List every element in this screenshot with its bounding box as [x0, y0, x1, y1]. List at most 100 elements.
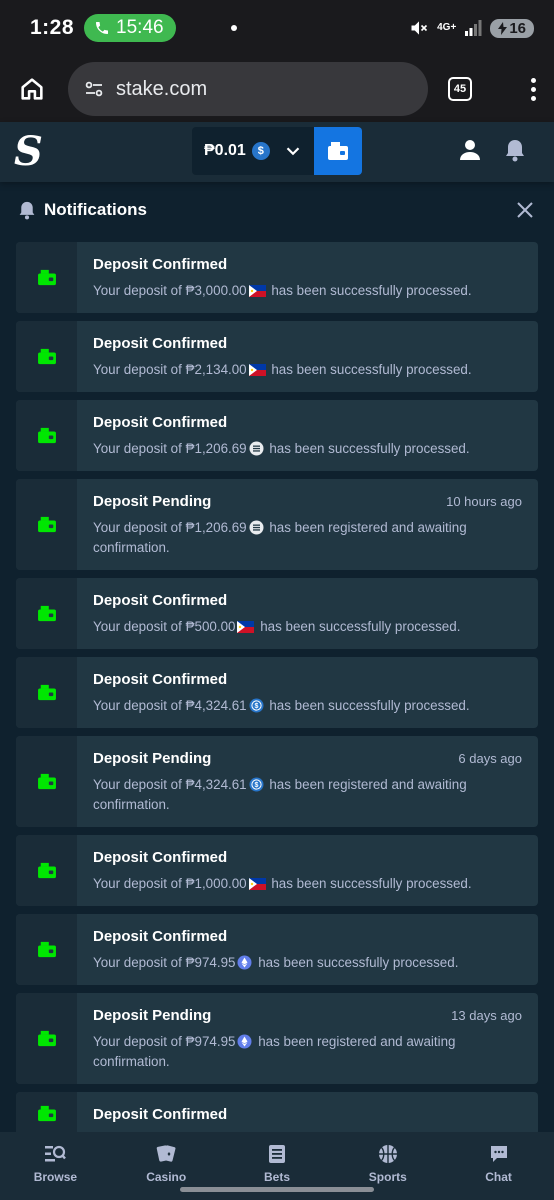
nav-browse[interactable]: Browse — [0, 1132, 111, 1200]
message-prefix: Your deposit of — [93, 520, 186, 535]
notifications-header: Notifications — [0, 182, 554, 238]
wallet-icon — [37, 862, 56, 879]
charging-icon — [498, 21, 508, 35]
notification-card[interactable]: Deposit Confirmed Your deposit of ₱500.00… — [16, 578, 538, 649]
browser-menu-button[interactable] — [531, 77, 536, 101]
gesture-bar[interactable] — [180, 1187, 374, 1192]
deposit-amount: ₱1,206.69 — [185, 441, 247, 456]
phone-icon — [96, 22, 109, 34]
notification-card[interactable]: Deposit Confirmed Your deposit of ₱974.95… — [16, 914, 538, 985]
message-prefix: Your deposit of — [93, 955, 186, 970]
mute-icon — [411, 21, 428, 35]
status-bar: 1:28 15:46 4G+ 16 — [0, 0, 554, 56]
bell-icon[interactable] — [504, 138, 526, 162]
usde-coin-icon — [249, 441, 264, 456]
message-prefix: Your deposit of — [93, 876, 186, 891]
wallet-icon — [37, 348, 56, 365]
stake-logo[interactable]: S — [14, 132, 43, 172]
battery-level: 16 — [509, 19, 526, 37]
notification-body: Deposit Pending 6 days ago Your deposit of… — [77, 736, 538, 827]
notification-title: Deposit Confirmed — [93, 671, 228, 688]
nav-label: Sports — [368, 1170, 407, 1184]
deposit-amount: ₱1,000.00 — [185, 876, 247, 891]
eth-coin-icon — [237, 955, 252, 970]
notification-body: Deposit Confirmed Your deposit of ₱974.95… — [77, 914, 538, 985]
message-suffix: has been successfully processed. — [267, 283, 472, 298]
close-button[interactable] — [514, 199, 536, 221]
notification-message: Your deposit of ₱1,206.69 has been succe… — [93, 439, 522, 459]
deposit-amount: ₱4,324.61 — [185, 698, 247, 713]
browser-toolbar: stake.com 45 — [0, 56, 554, 122]
notification-icon-column — [16, 914, 77, 985]
casino-cards-icon — [156, 1145, 176, 1162]
notification-icon-column — [16, 578, 77, 649]
svg-text:$: $ — [254, 703, 258, 710]
notification-card[interactable]: Deposit Confirmed Your deposit of ₱4,324.… — [16, 657, 538, 728]
notification-message: Your deposit of ₱500.00 has been success… — [93, 617, 522, 637]
notification-dot — [231, 25, 237, 31]
nav-label: Bets — [263, 1170, 290, 1184]
notification-body: Deposit Confirmed Your deposit of ₱4,324.… — [77, 657, 538, 728]
notification-card[interactable]: Deposit Confirmed — [16, 1092, 538, 1132]
balance-selector[interactable]: ₱0.01 $ — [192, 127, 314, 175]
message-suffix: has been successfully processed. — [265, 698, 470, 713]
ongoing-call-chip[interactable]: 15:46 — [84, 14, 176, 42]
message-prefix: Your deposit of — [93, 362, 186, 377]
bell-icon — [19, 201, 35, 220]
notification-message: Your deposit of ₱974.95 has been success… — [93, 953, 522, 973]
deposit-amount: ₱4,324.61 — [185, 777, 247, 792]
wallet-button[interactable] — [314, 127, 362, 175]
notification-message: Your deposit of ₱3,000.00 has been succe… — [93, 281, 522, 301]
notification-card[interactable]: Deposit Confirmed Your deposit of ₱1,000.… — [16, 835, 538, 906]
user-profile-icon[interactable] — [458, 138, 482, 162]
notification-body: Deposit Confirmed — [77, 1092, 538, 1132]
notification-time: 13 days ago — [451, 1008, 522, 1023]
notification-message: Your deposit of ₱974.95 has been registe… — [93, 1032, 522, 1072]
wallet-icon — [37, 773, 56, 790]
notification-message: Your deposit of ₱2,134.00 has been succe… — [93, 360, 522, 380]
message-suffix: has been successfully processed. — [267, 362, 472, 377]
call-timer: 15:46 — [116, 17, 164, 38]
message-suffix: has been successfully processed. — [265, 441, 470, 456]
notification-message: Your deposit of ₱1,206.69 has been regis… — [93, 518, 522, 558]
wallet-icon — [37, 605, 56, 622]
eth-coin-icon — [237, 1034, 252, 1049]
tab-switcher-button[interactable]: 45 — [448, 77, 472, 101]
notification-body: Deposit Confirmed Your deposit of ₱3,000.… — [77, 242, 538, 313]
deposit-amount: ₱500.00 — [185, 619, 236, 634]
notification-icon-column — [16, 736, 77, 827]
notification-body: Deposit Confirmed Your deposit of ₱1,000.… — [77, 835, 538, 906]
notification-icon-column — [16, 993, 77, 1084]
message-prefix: Your deposit of — [93, 283, 186, 298]
philippines-flag-icon — [237, 621, 255, 633]
url-text: stake.com — [116, 77, 208, 100]
notification-title: Deposit Confirmed — [93, 256, 228, 273]
notification-icon-column — [16, 242, 77, 313]
deposit-amount: ₱3,000.00 — [185, 283, 247, 298]
notification-title: Deposit Confirmed — [93, 1106, 228, 1123]
notification-card[interactable]: Deposit Pending 6 days ago Your deposit of… — [16, 736, 538, 827]
status-time: 1:28 — [30, 16, 75, 39]
notification-title: Deposit Pending — [93, 1007, 212, 1024]
notification-title: Deposit Pending — [93, 493, 212, 510]
address-bar[interactable]: stake.com — [68, 62, 428, 116]
notification-title: Deposit Confirmed — [93, 849, 228, 866]
notifications-title: Notifications — [44, 200, 147, 219]
notification-card[interactable]: Deposit Confirmed Your deposit of ₱3,000.… — [16, 242, 538, 313]
notification-card[interactable]: Deposit Pending 13 days ago Your deposit o… — [16, 993, 538, 1084]
notification-title: Deposit Confirmed — [93, 592, 228, 609]
notification-card[interactable]: Deposit Confirmed Your deposit of ₱1,206.… — [16, 400, 538, 471]
notification-card[interactable]: Deposit Pending 10 hours ago Your deposit … — [16, 479, 538, 570]
site-settings-icon[interactable] — [84, 79, 104, 99]
signal-icon — [465, 20, 482, 36]
notifications-list[interactable]: Deposit Confirmed Your deposit of ₱3,000.… — [16, 242, 538, 1132]
nav-chat[interactable]: Chat — [443, 1132, 554, 1200]
chevron-down-icon — [286, 147, 300, 156]
message-prefix: Your deposit of — [93, 1034, 186, 1049]
notification-body: Deposit Pending 10 hours ago Your deposit … — [77, 479, 538, 570]
notification-icon-column — [16, 835, 77, 906]
battery-indicator: 16 — [490, 18, 534, 38]
home-icon[interactable] — [18, 75, 46, 103]
message-prefix: Your deposit of — [93, 619, 186, 634]
notification-card[interactable]: Deposit Confirmed Your deposit of ₱2,134.… — [16, 321, 538, 392]
